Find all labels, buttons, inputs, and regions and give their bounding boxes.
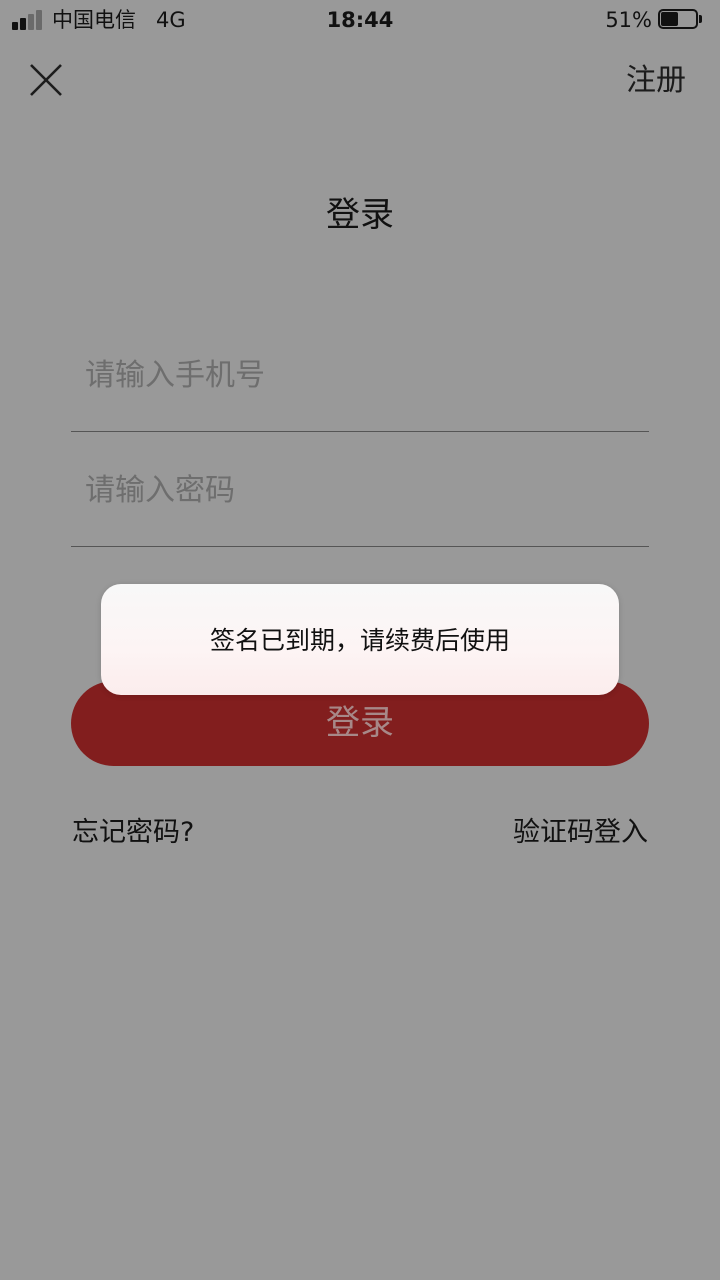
- battery-percent: 51%: [605, 8, 652, 32]
- status-bar: 中国电信 4G 18:44 51%: [0, 0, 720, 40]
- phone-underline: [71, 431, 649, 432]
- phone-input[interactable]: [85, 339, 645, 411]
- password-input[interactable]: [85, 454, 645, 526]
- password-field: [71, 454, 649, 547]
- battery-icon: [658, 9, 702, 29]
- forgot-password-link[interactable]: 忘记密码?: [72, 814, 194, 852]
- page-title: 登录: [326, 195, 394, 235]
- toast-message: 签名已到期，请续费后使用: [101, 584, 619, 695]
- sms-code-login-link[interactable]: 验证码登入: [513, 814, 648, 852]
- toast-text: 签名已到期，请续费后使用: [209, 626, 510, 655]
- close-button[interactable]: [28, 62, 64, 98]
- close-x-icon: [30, 64, 62, 96]
- password-underline: [71, 546, 649, 547]
- phone-field: [71, 339, 649, 432]
- register-button[interactable]: 注册: [626, 60, 686, 102]
